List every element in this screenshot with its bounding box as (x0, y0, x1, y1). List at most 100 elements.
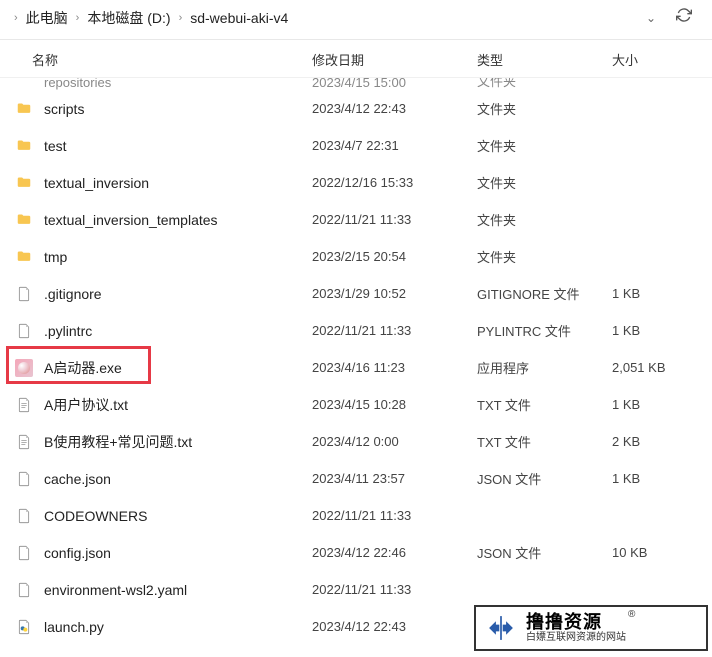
file-date: 2023/4/16 11:23 (312, 360, 477, 375)
file-name: B使用教程+常见问题.txt (44, 432, 312, 452)
columns-header: 名称 修改日期 类型 大小 (0, 40, 712, 78)
file-type: PYLINTRC 文件 (477, 321, 612, 340)
file-name: tmp (44, 249, 312, 265)
breadcrumb-controls: ⌄ (646, 7, 692, 28)
file-name: launch.py (44, 619, 312, 635)
breadcrumb-item[interactable]: sd-webui-aki-v4 (190, 10, 288, 26)
file-type: 文件夹 (477, 247, 612, 266)
watermark: 撸撸资源 白嫖互联网资源的网站 ® (474, 605, 708, 651)
file-row[interactable]: tmp2023/2/15 20:54文件夹 (0, 238, 712, 275)
file-row[interactable]: textual_inversion2022/12/16 15:33文件夹 (0, 164, 712, 201)
chevron-right-icon: › (76, 12, 80, 24)
file-name: config.json (44, 545, 312, 561)
document-icon (14, 432, 34, 452)
file-row[interactable]: A用户协议.txt2023/4/15 10:28TXT 文件1 KB (0, 386, 712, 423)
file-row[interactable]: test2023/4/7 22:31文件夹 (0, 127, 712, 164)
file-date: 2023/4/12 22:46 (312, 545, 477, 560)
file-date: 2022/11/21 11:33 (312, 212, 477, 227)
file-name: test (44, 138, 312, 154)
document-icon (14, 321, 34, 341)
column-header-date[interactable]: 修改日期 (312, 50, 477, 69)
chevron-right-icon: › (14, 12, 18, 24)
file-date: 2023/4/12 22:43 (312, 101, 477, 116)
file-type: 文件夹 (477, 78, 612, 90)
file-type: TXT 文件 (477, 395, 612, 414)
folder-icon (14, 136, 34, 156)
file-size: 1 KB (612, 286, 712, 301)
file-date: 2023/4/12 22:43 (312, 619, 477, 634)
column-header-name[interactable]: 名称 (0, 50, 312, 69)
file-row[interactable]: environment-wsl2.yaml2022/11/21 11:33 (0, 571, 712, 608)
document-icon (14, 284, 34, 304)
file-row[interactable]: cache.json2023/4/11 23:57JSON 文件1 KB (0, 460, 712, 497)
file-type: JSON 文件 (477, 469, 612, 488)
file-row[interactable]: config.json2023/4/12 22:46JSON 文件10 KB (0, 534, 712, 571)
file-date: 2023/4/15 15:00 (312, 78, 477, 90)
folder-icon (14, 78, 34, 90)
file-row-partial[interactable]: repositories 2023/4/15 15:00 文件夹 (0, 78, 712, 90)
folder-icon (14, 173, 34, 193)
file-date: 2023/4/7 22:31 (312, 138, 477, 153)
file-name: scripts (44, 101, 312, 117)
file-size: 10 KB (612, 545, 712, 560)
file-type: 文件夹 (477, 210, 612, 229)
watermark-main: 撸撸资源 (526, 613, 626, 633)
file-date: 2023/1/29 10:52 (312, 286, 477, 301)
breadcrumb-item[interactable]: 本地磁盘 (D:) (87, 8, 170, 28)
column-name-label: 名称 (32, 50, 58, 69)
breadcrumb[interactable]: › 此电脑 › 本地磁盘 (D:) › sd-webui-aki-v4 (10, 8, 646, 28)
file-row[interactable]: B使用教程+常见问题.txt2023/4/12 0:00TXT 文件2 KB (0, 423, 712, 460)
file-name: cache.json (44, 471, 312, 487)
file-date: 2022/12/16 15:33 (312, 175, 477, 190)
document-icon (14, 395, 34, 415)
breadcrumb-bar: › 此电脑 › 本地磁盘 (D:) › sd-webui-aki-v4 ⌄ (0, 0, 712, 40)
file-row[interactable]: CODEOWNERS2022/11/21 11:33 (0, 497, 712, 534)
file-list: repositories 2023/4/15 15:00 文件夹 scripts… (0, 78, 712, 645)
document-icon (14, 469, 34, 489)
file-size: 1 KB (612, 471, 712, 486)
watermark-sub: 白嫖互联网资源的网站 (526, 632, 626, 643)
file-date: 2023/4/12 0:00 (312, 434, 477, 449)
file-row[interactable]: A启动器.exe2023/4/16 11:23应用程序2,051 KB (0, 349, 712, 386)
document-icon (14, 580, 34, 600)
file-type: JSON 文件 (477, 543, 612, 562)
file-row[interactable]: scripts2023/4/12 22:43文件夹 (0, 90, 712, 127)
file-row[interactable]: textual_inversion_templates2022/11/21 11… (0, 201, 712, 238)
file-name: textual_inversion_templates (44, 212, 312, 228)
python-file-icon (14, 617, 34, 637)
column-header-type[interactable]: 类型 (477, 50, 612, 69)
file-type: GITIGNORE 文件 (477, 284, 612, 303)
chevron-right-icon: › (179, 12, 183, 24)
file-name: .pylintrc (44, 323, 312, 339)
file-date: 2023/4/15 10:28 (312, 397, 477, 412)
file-date: 2023/4/11 23:57 (312, 471, 477, 486)
file-type: TXT 文件 (477, 432, 612, 451)
document-icon (14, 543, 34, 563)
file-date: 2022/11/21 11:33 (312, 582, 477, 597)
file-type: 文件夹 (477, 173, 612, 192)
file-size: 2,051 KB (612, 360, 712, 375)
file-row[interactable]: .gitignore2023/1/29 10:52GITIGNORE 文件1 K… (0, 275, 712, 312)
file-name: CODEOWNERS (44, 508, 312, 524)
file-row[interactable]: .pylintrc2022/11/21 11:33PYLINTRC 文件1 KB (0, 312, 712, 349)
file-name: A用户协议.txt (44, 395, 312, 415)
file-type: 文件夹 (477, 136, 612, 155)
file-date: 2022/11/21 11:33 (312, 323, 477, 338)
file-type: 文件夹 (477, 99, 612, 118)
column-header-size[interactable]: 大小 (612, 50, 712, 69)
file-date: 2022/11/21 11:33 (312, 508, 477, 523)
file-size: 2 KB (612, 434, 712, 449)
file-name: repositories (44, 78, 312, 90)
document-icon (14, 506, 34, 526)
watermark-logo-icon (482, 610, 520, 646)
folder-icon (14, 247, 34, 267)
refresh-icon[interactable] (676, 7, 692, 28)
folder-icon (14, 99, 34, 119)
exe-icon (14, 358, 34, 378)
file-size: 1 KB (612, 323, 712, 338)
watermark-text: 撸撸资源 白嫖互联网资源的网站 (526, 613, 626, 644)
breadcrumb-item[interactable]: 此电脑 (26, 8, 68, 28)
watermark-registered: ® (628, 609, 635, 620)
chevron-down-icon[interactable]: ⌄ (646, 11, 656, 25)
file-type: 应用程序 (477, 358, 612, 377)
